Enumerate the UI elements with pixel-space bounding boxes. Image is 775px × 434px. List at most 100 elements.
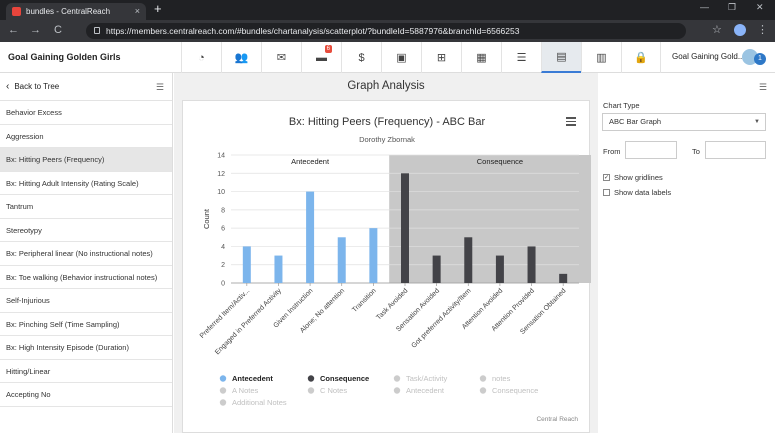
nav-add-calendar-button[interactable]: ⊞ xyxy=(421,42,461,73)
legend-marker xyxy=(219,375,227,382)
browser-tab[interactable]: bundles - CentralReach × xyxy=(6,3,146,20)
bar[interactable] xyxy=(401,173,409,283)
briefcase-icon: ▬ xyxy=(316,51,327,64)
chart-title: Bx: Hitting Peers (Frequency) - ABC Bar xyxy=(289,116,486,128)
sidebar-item[interactable]: Stereotypy xyxy=(0,219,172,242)
chart-options-panel: ☰ Chart Type ABC Bar Graph ▼ From To ✓ S… xyxy=(598,73,775,433)
chart-type-select[interactable]: ABC Bar Graph ▼ xyxy=(602,113,766,131)
url-bar[interactable]: https://members.centralreach.com/#bundle… xyxy=(86,23,686,39)
legend-marker xyxy=(479,375,487,382)
legend-marker xyxy=(219,387,227,394)
nav-dashboard-button[interactable]: ◔ xyxy=(181,42,221,73)
x-tick-label: Transition xyxy=(351,287,378,314)
nav-bar-chart-button[interactable]: ▥ xyxy=(581,42,621,73)
bar[interactable] xyxy=(242,246,251,283)
to-date-input[interactable] xyxy=(705,141,766,159)
main-content: Graph Analysis Bx: Hitting Peers (Freque… xyxy=(174,73,598,433)
sidebar-item[interactable]: Aggression xyxy=(0,125,172,148)
list-icon: ☰ xyxy=(516,52,527,64)
nav-mail-button[interactable]: ✉ xyxy=(261,42,301,73)
abc-bar-chart: Bx: Hitting Peers (Frequency) - ABC Bar D… xyxy=(199,116,591,423)
y-tick-label: 14 xyxy=(217,153,225,160)
show-data-labels-checkbox[interactable] xyxy=(603,189,610,196)
book-icon: ▤ xyxy=(556,51,567,63)
sidebar-item[interactable]: Behavior Excess xyxy=(0,101,172,125)
new-tab-button[interactable]: + xyxy=(154,1,162,16)
bar[interactable] xyxy=(306,191,315,283)
bar[interactable] xyxy=(559,273,568,283)
app-header: Goal Gaining Golden Girls ◔ 👥 ✉ ▬ 6 $ ▣ ⊞ ▦ ☰ ▤ ▥ 🔒 … xyxy=(0,42,775,73)
sidebar-item[interactable]: Bx: Hitting Adult Intensity (Rating Scal… xyxy=(0,172,172,195)
bar[interactable] xyxy=(495,255,504,283)
close-window-icon[interactable]: ✕ xyxy=(756,2,764,13)
forward-arrow-icon[interactable]: → xyxy=(30,24,41,36)
legend-item: A Notes xyxy=(232,386,259,395)
bar[interactable] xyxy=(369,228,378,283)
options-menu-icon[interactable]: ☰ xyxy=(759,82,767,93)
x-tick-label: Engaged in Preferred Activity xyxy=(214,287,283,356)
sidebar-item[interactable]: Bx: Hitting Peers (Frequency) xyxy=(0,148,172,172)
chart-subtitle: Dorothy Zbornak xyxy=(359,135,415,144)
browser-menu-icon[interactable]: ⋮ xyxy=(757,23,768,36)
reload-icon[interactable]: C xyxy=(54,24,62,36)
nav-lock-button[interactable]: 🔒 xyxy=(621,42,661,73)
secure-lock-icon xyxy=(94,27,100,34)
sidebar-item[interactable]: Accepting No xyxy=(0,383,172,407)
add-calendar-icon: ⊞ xyxy=(436,52,447,64)
chart-credit: Central Reach xyxy=(536,416,578,423)
from-label: From xyxy=(603,147,621,156)
chart-menu-icon[interactable] xyxy=(566,117,576,128)
favicon-icon xyxy=(12,7,21,16)
profile-icon[interactable] xyxy=(734,24,746,36)
user-name[interactable]: Goal Gaining Gold... xyxy=(672,52,744,61)
nav-book-button[interactable]: ▤ xyxy=(541,42,581,73)
sidebar-item[interactable]: Hitting/Linear xyxy=(0,360,172,383)
bar[interactable] xyxy=(274,255,283,283)
sidebar-item[interactable]: Bx: Toe walking (Behavior instructional … xyxy=(0,266,172,289)
tab-title: bundles - CentralReach xyxy=(26,7,111,16)
sidebar-item[interactable]: Self-Injurious xyxy=(0,289,172,313)
bar[interactable] xyxy=(464,237,473,283)
notification-badge: 1 xyxy=(754,53,766,65)
nav-money-button[interactable]: ▣ xyxy=(381,42,421,73)
back-to-tree-button[interactable]: ‹ Back to Tree ☰ xyxy=(0,73,172,101)
close-tab-icon[interactable]: × xyxy=(135,3,140,20)
sidebar-item[interactable]: Bx: High Intensity Episode (Duration) xyxy=(0,336,172,360)
minimize-icon[interactable]: — xyxy=(700,2,709,12)
y-tick-label: 12 xyxy=(217,171,225,178)
bar[interactable] xyxy=(527,246,536,283)
legend-item: Antecedent xyxy=(406,386,445,395)
nav-badge: 6 xyxy=(324,45,332,53)
chart-card: Bx: Hitting Peers (Frequency) - ABC Bar D… xyxy=(182,100,591,433)
nav-list-button[interactable]: ☰ xyxy=(501,42,541,73)
legend-marker xyxy=(393,387,401,394)
sidebar-item[interactable]: Bx: Peripheral linear (No instructional … xyxy=(0,242,172,266)
nav-users-button[interactable]: 👥 xyxy=(221,42,261,73)
back-to-tree-label: Back to Tree xyxy=(14,82,60,91)
band-consequence xyxy=(389,155,591,283)
legend-item: C Notes xyxy=(320,386,347,395)
bar[interactable] xyxy=(337,237,346,283)
sidebar-item[interactable]: Tantrum xyxy=(0,195,172,219)
users-icon: 👥 xyxy=(234,52,249,64)
from-date-input[interactable] xyxy=(625,141,677,159)
legend-marker xyxy=(393,375,401,382)
y-tick-label: 8 xyxy=(221,207,225,214)
bar-chart-icon: ▥ xyxy=(596,52,607,64)
show-gridlines-checkbox[interactable]: ✓ xyxy=(603,174,610,181)
back-arrow-icon[interactable]: ← xyxy=(8,24,19,36)
sidebar-item[interactable]: Bx: Pinching Self (Time Sampling) xyxy=(0,313,172,336)
bar[interactable] xyxy=(432,255,441,283)
band-label: Antecedent xyxy=(291,157,330,166)
main-nav: ◔ 👥 ✉ ▬ 6 $ ▣ ⊞ ▦ ☰ ▤ ▥ 🔒 xyxy=(181,42,661,73)
nav-calendar-button[interactable]: ▦ xyxy=(461,42,501,73)
legend-marker xyxy=(307,387,315,394)
sidebar-menu-icon[interactable]: ☰ xyxy=(156,73,164,101)
nav-dollar-button[interactable]: $ xyxy=(341,42,381,73)
nav-briefcase-button[interactable]: ▬ 6 xyxy=(301,42,341,73)
maximize-icon[interactable]: ❐ xyxy=(728,2,736,13)
url-text: https://members.centralreach.com/#bundle… xyxy=(106,26,520,36)
calendar-icon: ▦ xyxy=(476,52,487,64)
lock-icon: 🔒 xyxy=(634,52,648,64)
bookmark-star-icon[interactable]: ☆ xyxy=(712,23,722,36)
